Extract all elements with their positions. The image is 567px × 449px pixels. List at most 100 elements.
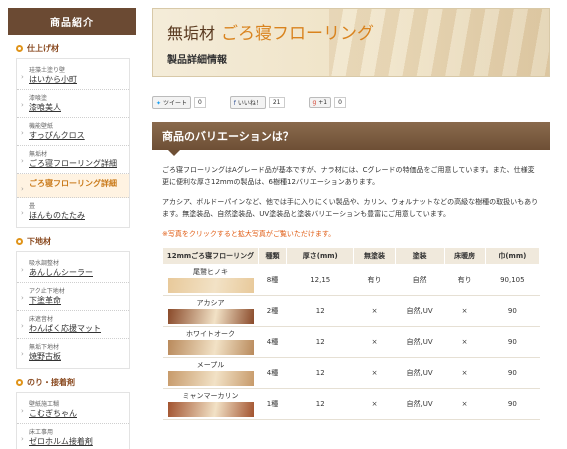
- chevron-right-icon: ›: [21, 294, 24, 302]
- wood-name: アカシア: [196, 299, 225, 307]
- sidebar-item-link[interactable]: わんぱく応援マット: [29, 324, 101, 334]
- wood-photo-thumbnail[interactable]: [167, 371, 254, 386]
- col-header-kinds: 種類: [257, 247, 288, 265]
- cell-floorheat: ×: [444, 295, 486, 327]
- sidebar-item-link[interactable]: 漆喰美人: [29, 103, 61, 113]
- cell-width: 90: [485, 388, 540, 420]
- gplus-button[interactable]: g +1 0: [308, 96, 346, 108]
- cell-width: 90,105: [485, 264, 540, 296]
- sidebar-item[interactable]: › ごろ寝フローリング詳細: [17, 174, 129, 198]
- sidebar-item-link[interactable]: ほんものたたみ: [29, 211, 85, 221]
- sidebar-item-link[interactable]: すっぴんクロス: [29, 131, 85, 141]
- detail-paragraph: アカシア、ボルドーパインなど、他では手に入りにくい製品や、カリン、ウォルナットな…: [162, 198, 539, 218]
- sidebar-item-category: 畳: [29, 203, 36, 210]
- cell-thick: 12: [286, 357, 354, 389]
- sidebar-header: 商品紹介: [8, 8, 136, 35]
- cell-paint: 自然: [395, 264, 445, 296]
- like-label[interactable]: f いいね！: [229, 95, 266, 109]
- cell-paint: 自然,UV: [395, 326, 445, 358]
- tweet-button[interactable]: ✦ ツイート 0: [152, 95, 206, 109]
- chevron-right-icon: ›: [21, 209, 24, 217]
- cell-floorheat: ×: [444, 326, 486, 358]
- sidebar-item-link[interactable]: あんしんシーラー: [29, 268, 93, 278]
- facebook-like-button[interactable]: f いいね！ 21: [229, 95, 285, 109]
- sidebar-section-title: 仕上げ材: [8, 35, 136, 58]
- sidebar-item[interactable]: › アク止下地材 下塗革命: [17, 283, 129, 311]
- gplus-label[interactable]: g +1: [308, 96, 332, 108]
- sidebar-item[interactable]: › 珪藻土塗り壁 はいから小町: [17, 62, 129, 90]
- table-row: ミャンマーカリン 1種 12 × 自然,UV × 90: [162, 388, 540, 420]
- sidebar-item[interactable]: › 機能壁紙 すっぴんクロス: [17, 118, 129, 146]
- chevron-right-icon: ›: [21, 185, 24, 193]
- title-accent: ごろ寝フローリング: [221, 24, 375, 44]
- sidebar-item-category: 漆喰塗: [29, 95, 48, 102]
- wood-photo-thumbnail[interactable]: [167, 340, 254, 355]
- main-content: 無垢材 ごろ寝フローリング 製品詳細情報 ✦ ツイート 0 f いいね！ 21 g…: [152, 8, 550, 420]
- cell-width: 90: [485, 295, 540, 327]
- cell-kinds: 8種: [258, 264, 287, 296]
- circle-bullet-icon: [16, 238, 23, 245]
- chevron-right-icon: ›: [21, 129, 24, 137]
- wood-name: ホワイトオーク: [186, 330, 235, 338]
- sidebar-item-link[interactable]: こむぎちゃん: [29, 409, 77, 419]
- section-heading: 商品のバリエーションは？: [152, 122, 550, 156]
- sidebar-item-link[interactable]: はいから小町: [29, 75, 77, 85]
- sidebar-item[interactable]: › 畳ほんものたたみ: [17, 198, 129, 225]
- sidebar-item[interactable]: › 床工事用 ゼロホルム接着剤: [17, 424, 129, 449]
- sidebar-item-link[interactable]: ゼロホルム接着剤: [29, 437, 93, 447]
- chevron-right-icon: ›: [21, 407, 24, 415]
- wood-cell[interactable]: アカシア: [162, 295, 259, 327]
- wood-photo-thumbnail[interactable]: [167, 309, 254, 324]
- cell-kinds: 4種: [258, 326, 287, 358]
- cell-width: 90: [485, 326, 540, 358]
- sidebar-item[interactable]: › 床遮音材 わんぱく応援マット: [17, 311, 129, 339]
- sidebar-section-label: 下地材: [27, 237, 51, 246]
- hero-banner: 無垢材 ごろ寝フローリング 製品詳細情報: [152, 8, 550, 77]
- sidebar-item[interactable]: › 漆喰塗 漆喰美人: [17, 90, 129, 118]
- col-header-name: 12mmごろ寝フローリング: [162, 247, 259, 265]
- sidebar-item[interactable]: › 吸水調整材 あんしんシーラー: [17, 255, 129, 283]
- sidebar-item-category: 機能壁紙: [29, 123, 54, 130]
- tweet-label[interactable]: ✦ ツイート: [152, 95, 191, 109]
- intro-paragraph: ごろ寝フローリングはAグレード品が基本ですが、ナラ材には、Cグレードの特価品をご…: [162, 166, 535, 186]
- col-header-width: 巾(mm): [484, 247, 541, 265]
- wood-photo-thumbnail[interactable]: [167, 402, 254, 417]
- col-header-thickness: 厚さ(mm): [286, 247, 355, 265]
- sidebar-item[interactable]: › 無垢下地材 焼野古板: [17, 339, 129, 366]
- sidebar-sections: 仕上げ材 › 珪藻土塗り壁 はいから小町 › 漆喰塗 漆喰美人 › 機能壁紙 すっぴんクロス › 無垢…: [8, 35, 136, 449]
- sidebar-item-category: 床遮音材: [29, 316, 54, 323]
- sidebar-section-title: のり・接着剤: [8, 369, 136, 392]
- cell-unpainted: ×: [353, 388, 396, 420]
- wood-name: メープル: [196, 361, 225, 369]
- sidebar-section-list: › 吸水調整材 あんしんシーラー › アク止下地材 下塗革命 › 床遮音材 わんぱく応援マット ›…: [16, 251, 130, 369]
- cell-paint: 自然,UV: [395, 357, 445, 389]
- gplus-text: +1: [318, 98, 328, 106]
- wood-cell[interactable]: 尾鷲ヒノキ: [162, 264, 259, 296]
- sidebar-item-link[interactable]: ごろ寝フローリング詳細: [29, 159, 117, 169]
- sidebar-item[interactable]: › 無垢材 ごろ寝フローリング詳細: [17, 146, 129, 174]
- chevron-right-icon: ›: [21, 350, 24, 358]
- wood-cell[interactable]: メープル: [162, 357, 259, 389]
- wood-photo-thumbnail[interactable]: [167, 278, 254, 293]
- wood-cell[interactable]: ホワイトオーク: [162, 326, 259, 358]
- cell-kinds: 1種: [258, 388, 287, 420]
- sidebar-item[interactable]: › 壁紙施工糊 こむぎちゃん: [17, 396, 129, 424]
- table-header-row: 12mmごろ寝フローリング 種類 厚さ(mm) 無塗装 塗装 床暖房 巾(mm): [162, 247, 541, 265]
- sidebar-item-link[interactable]: 焼野古板: [29, 352, 61, 362]
- page-title: 無垢材 ごろ寝フローリング: [167, 19, 374, 44]
- social-buttons: ✦ ツイート 0 f いいね！ 21 g +1 0: [152, 95, 550, 109]
- cell-floorheat: ×: [444, 357, 486, 389]
- cell-unpainted: ×: [353, 357, 396, 389]
- chevron-right-icon: ›: [21, 157, 24, 165]
- cell-kinds: 4種: [258, 357, 287, 389]
- sidebar-item-link[interactable]: ごろ寝フローリング詳細: [29, 179, 117, 189]
- table-row: メープル 4種 12 × 自然,UV × 90: [162, 357, 540, 389]
- sidebar-item-link[interactable]: 下塗革命: [29, 296, 65, 306]
- cell-kinds: 2種: [258, 295, 287, 327]
- sidebar-section-label: 仕上げ材: [27, 44, 59, 53]
- wood-cell[interactable]: ミャンマーカリン: [162, 388, 259, 420]
- sidebar-item-category: 珪藻土塗り壁: [29, 67, 66, 74]
- tweet-text: ツイート: [162, 99, 187, 107]
- sidebar-section-label: のり・接着剤: [27, 378, 75, 387]
- title-prefix: 無垢材: [167, 24, 216, 43]
